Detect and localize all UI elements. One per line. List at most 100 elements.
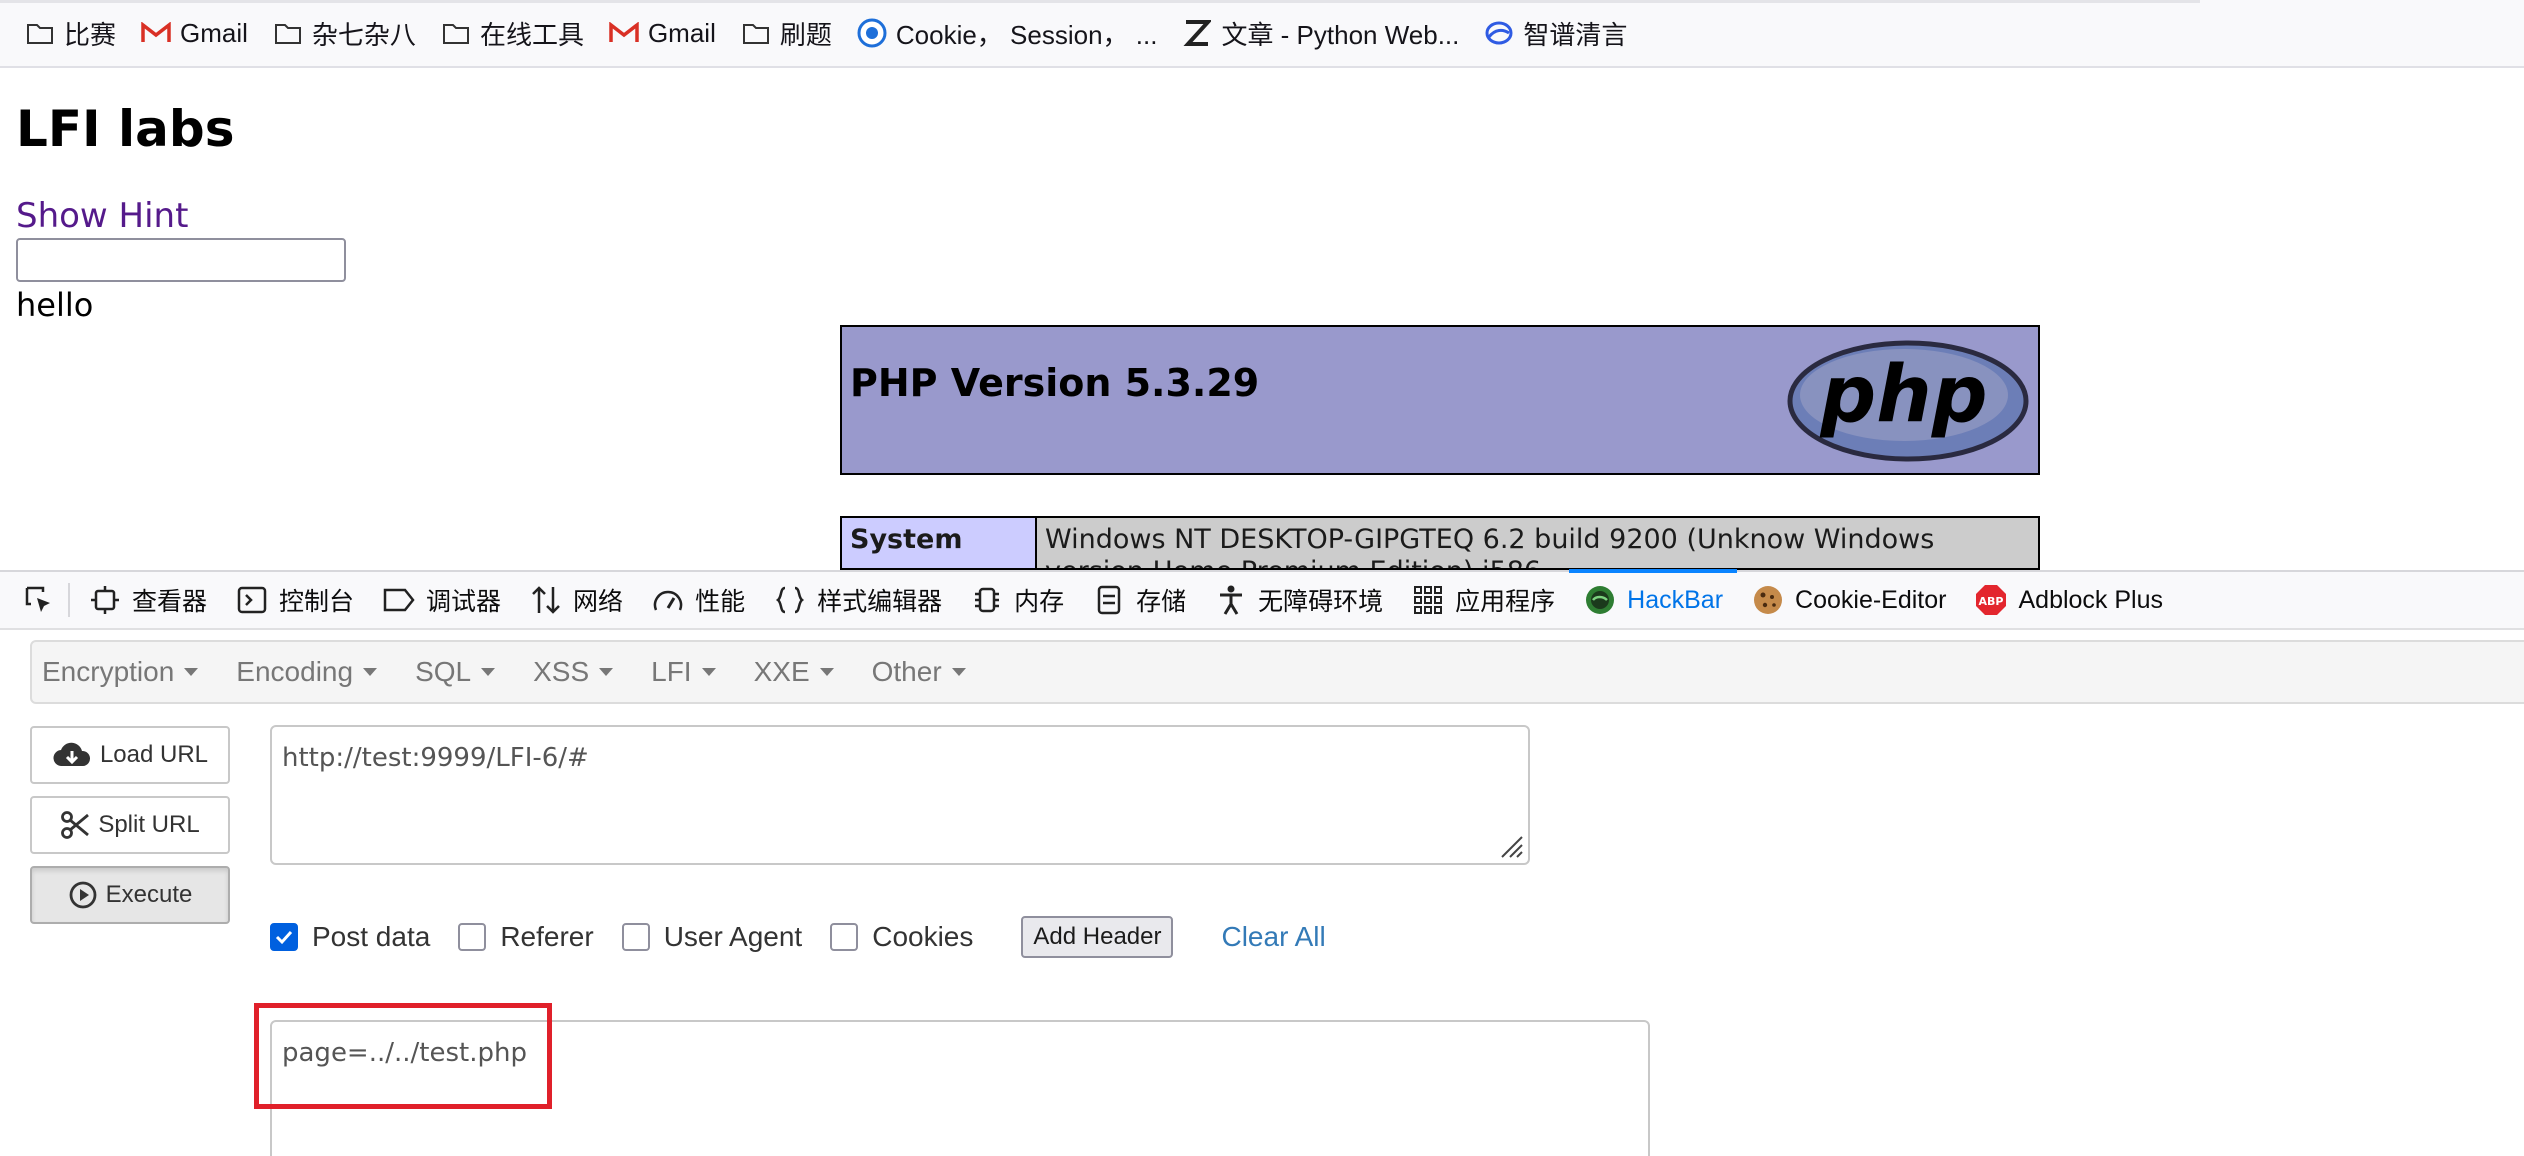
referer-option[interactable]: Referer	[458, 921, 594, 953]
bookmark-item[interactable]: 文章 - Python Web...	[1181, 9, 1459, 57]
menu-encoding[interactable]: Encoding	[236, 656, 378, 688]
hackbar-menu: Encryption Encoding SQL XSS LFI XXE Othe…	[30, 640, 2524, 704]
cloud-download-icon	[52, 740, 92, 770]
bookmark-label: Gmail	[647, 17, 716, 48]
page-text-input[interactable]	[16, 238, 346, 282]
bookmark-item[interactable]: Cookie， Session， ...	[856, 9, 1158, 57]
menu-xss[interactable]: XSS	[533, 656, 614, 688]
network-icon	[529, 583, 563, 617]
tab-label: 应用程序	[1455, 588, 1556, 616]
page-output: hello	[16, 286, 94, 324]
pick-element-button[interactable]	[14, 571, 64, 629]
menu-sql[interactable]: SQL	[415, 656, 496, 688]
post-data-option[interactable]: Post data	[270, 921, 430, 953]
page-title: LFI labs	[16, 100, 235, 158]
tab-memory[interactable]: 内存	[956, 571, 1078, 629]
option-label: User Agent	[663, 921, 803, 952]
style-editor-icon	[773, 583, 807, 617]
php-logo-text: php	[1819, 350, 1987, 440]
bookmark-label: Cookie， Session， ...	[895, 19, 1158, 50]
folder-icon	[440, 17, 472, 49]
load-url-button[interactable]: Load URL	[30, 726, 230, 784]
tab-inspector[interactable]: 查看器	[74, 571, 221, 629]
tab-label: HackBar	[1627, 585, 1724, 614]
devtools-toolbar: 查看器 控制台 调试器 网络 性能 样式编辑器 内存 存储 无障碍环境 应用程序…	[0, 569, 2524, 630]
tab-cookie-editor[interactable]: Cookie-Editor	[1737, 571, 1960, 629]
menu-lfi[interactable]: LFI	[651, 656, 716, 688]
option-label: Cookies	[872, 921, 974, 952]
clear-all-link[interactable]: Clear All	[1221, 921, 1325, 953]
memory-icon	[970, 583, 1004, 617]
tab-strip-edge	[0, 0, 2200, 3]
bookmark-item[interactable]: Gmail	[140, 9, 248, 57]
tab-hackbar[interactable]: HackBar	[1569, 569, 1737, 629]
bookmark-item[interactable]: 智谱清言	[1483, 9, 1627, 57]
php-version-title: PHP Version 5.3.29	[850, 361, 1260, 405]
zhihu-icon	[1181, 17, 1213, 49]
url-value: http://test:9999/LFI-6/#	[282, 743, 589, 773]
tab-label: 内存	[1014, 588, 1065, 616]
resize-handle-icon[interactable]	[1498, 833, 1524, 859]
show-hint-link[interactable]: Show Hint	[16, 196, 188, 236]
referer-checkbox[interactable]	[458, 923, 487, 951]
cookies-checkbox[interactable]	[830, 923, 859, 951]
phpinfo-header: PHP Version 5.3.29 php	[840, 325, 2040, 475]
folder-icon	[272, 17, 304, 49]
user-agent-option[interactable]: User Agent	[621, 921, 803, 953]
url-textarea[interactable]: http://test:9999/LFI-6/#	[270, 725, 1530, 865]
console-icon	[235, 583, 269, 617]
pick-element-icon	[22, 583, 56, 617]
play-circle-icon	[68, 880, 98, 910]
cookie-icon	[1751, 583, 1785, 617]
tab-label: 调试器	[426, 588, 502, 616]
hackbar-icon	[1583, 583, 1617, 617]
site-icon	[856, 17, 888, 49]
chevron-down-icon	[701, 668, 716, 676]
tab-console[interactable]: 控制台	[221, 571, 368, 629]
tab-adblock-plus[interactable]: ABP Adblock Plus	[1960, 571, 2177, 629]
gmail-icon	[140, 17, 172, 49]
tab-storage[interactable]: 存储	[1078, 571, 1200, 629]
tab-style-editor[interactable]: 样式编辑器	[759, 571, 956, 629]
menu-other[interactable]: Other	[872, 656, 966, 688]
phpinfo-system-row: System Windows NT DESKTOP-GIPGTEQ 6.2 bu…	[840, 516, 2040, 570]
cookies-option[interactable]: Cookies	[830, 921, 973, 953]
chevron-down-icon	[363, 668, 378, 676]
bookmark-label: 智谱清言	[1523, 19, 1628, 50]
hackbar-options: Post data Referer User Agent Cookies Add…	[270, 915, 1326, 959]
tab-label: 存储	[1136, 588, 1187, 616]
bookmark-label: 比赛	[64, 19, 117, 50]
tab-performance[interactable]: 性能	[637, 571, 759, 629]
bookmarks-bar: 比赛 Gmail 杂七杂八 在线工具 Gmail 刷题 Cookie， Sess…	[0, 0, 2524, 68]
bookmark-item[interactable]: 刷题	[740, 9, 832, 57]
tab-accessibility[interactable]: 无障碍环境	[1200, 571, 1397, 629]
menu-xxe[interactable]: XXE	[754, 656, 834, 688]
bookmark-item[interactable]: Gmail	[608, 9, 716, 57]
performance-icon	[651, 583, 685, 617]
add-header-button[interactable]: Add Header	[1021, 916, 1174, 958]
tab-application[interactable]: 应用程序	[1397, 571, 1569, 629]
toolbar-separator	[68, 583, 70, 617]
bookmark-item[interactable]: 比赛	[24, 9, 116, 57]
inspector-icon	[88, 583, 122, 617]
application-icon	[1411, 583, 1445, 617]
tab-network[interactable]: 网络	[515, 571, 637, 629]
bookmark-label: 文章 - Python Web...	[1221, 19, 1460, 50]
zhipu-icon	[1483, 17, 1515, 49]
chevron-down-icon	[951, 668, 966, 676]
bookmark-item[interactable]: 在线工具	[440, 9, 584, 57]
chevron-down-icon	[184, 668, 199, 676]
option-label: Post data	[312, 921, 431, 952]
option-label: Referer	[500, 921, 594, 952]
execute-button[interactable]: Execute	[30, 866, 230, 924]
bookmark-item[interactable]: 杂七杂八	[272, 9, 416, 57]
folder-icon	[740, 17, 772, 49]
post-data-checkbox[interactable]	[270, 923, 298, 951]
abp-icon: ABP	[1974, 583, 2008, 617]
menu-encryption[interactable]: Encryption	[42, 656, 199, 688]
user-agent-checkbox[interactable]	[621, 923, 650, 951]
bookmark-label: Gmail	[180, 17, 248, 48]
gmail-icon	[608, 17, 640, 49]
split-url-button[interactable]: Split URL	[30, 796, 230, 854]
tab-debugger[interactable]: 调试器	[368, 571, 515, 629]
